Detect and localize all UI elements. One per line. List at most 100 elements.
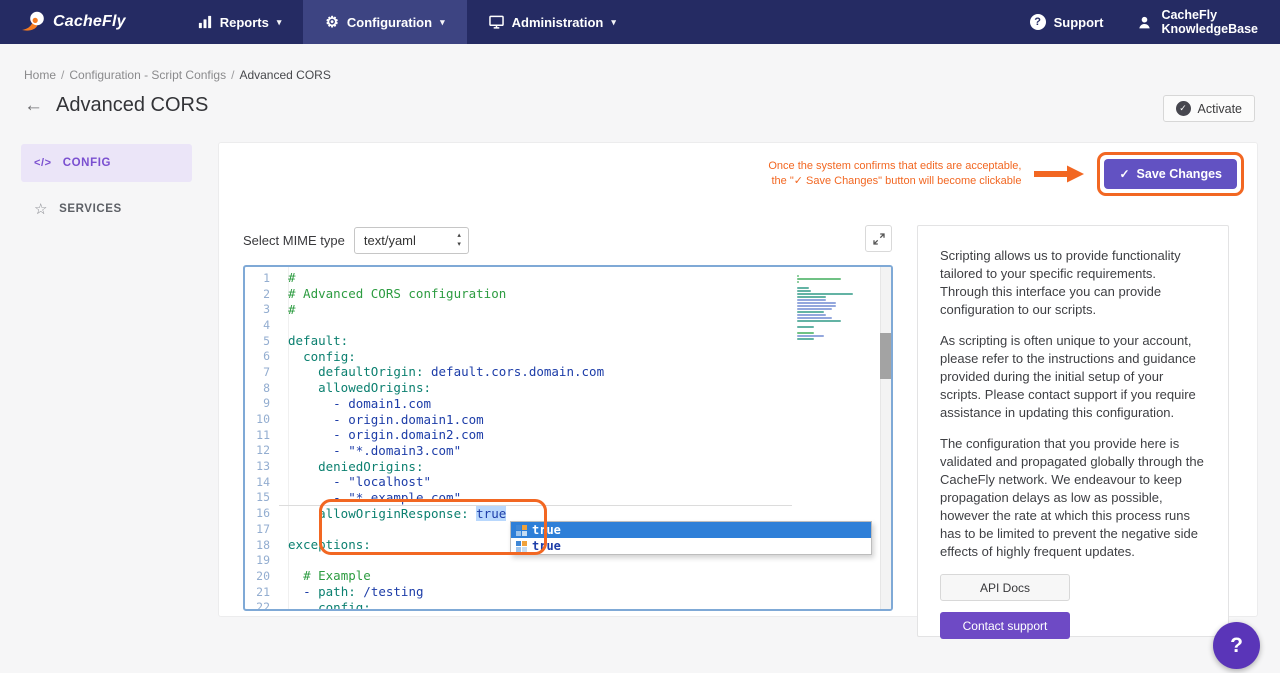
editor-line[interactable]: 13 deniedOrigins: — [245, 458, 891, 474]
nav-item-reports[interactable]: Reports▾ — [176, 0, 304, 44]
sidebar-item-config[interactable]: </>CONFIG — [21, 144, 192, 182]
editor-line[interactable]: 16 allowOriginResponse: true — [245, 505, 891, 521]
nav-item-support[interactable]: ? Support — [1010, 0, 1124, 44]
editor-line[interactable]: 15 - "*.example.com" — [245, 490, 891, 506]
autocomplete-option-label: true — [532, 523, 561, 537]
line-content: exceptions: — [279, 537, 371, 552]
line-content: # — [279, 270, 296, 285]
save-callout: Once the system confirms that edits are … — [768, 152, 1244, 196]
line-content: default: — [279, 333, 348, 348]
activate-button[interactable]: ✓ Activate — [1163, 95, 1255, 122]
editor-line[interactable]: 1# — [245, 270, 891, 286]
sidebar-item-services[interactable]: ☆SERVICES — [21, 190, 192, 228]
line-number: 22 — [245, 600, 279, 611]
nav-item-label: Administration — [512, 15, 604, 30]
editor-line[interactable]: 20 # Example — [245, 568, 891, 584]
save-callout-line1: Once the system confirms that edits are … — [768, 159, 1021, 174]
breadcrumb-item[interactable]: Home — [24, 68, 56, 82]
minimap-line — [797, 287, 809, 289]
expand-editor-button[interactable] — [865, 225, 892, 252]
info-paragraph: The configuration that you provide here … — [940, 435, 1206, 561]
editor-line[interactable]: 6 config: — [245, 348, 891, 364]
editor-scrollbar-track[interactable] — [880, 267, 891, 609]
editor-line[interactable]: 2# Advanced CORS configuration — [245, 286, 891, 302]
save-changes-label: Save Changes — [1137, 167, 1222, 181]
save-changes-button[interactable]: ✓ Save Changes — [1104, 159, 1237, 189]
expand-icon — [873, 233, 885, 245]
contact-support-button[interactable]: Contact support — [940, 612, 1070, 639]
line-content: - "*.example.com" — [279, 490, 461, 505]
code-editor[interactable]: 1#2# Advanced CORS configuration3#45defa… — [243, 265, 893, 611]
back-arrow-icon[interactable]: ← — [24, 96, 43, 115]
editor-line[interactable]: 12 - "*.domain3.com" — [245, 443, 891, 459]
brand-logo[interactable]: CacheFly — [0, 0, 134, 44]
api-docs-button[interactable]: API Docs — [940, 574, 1070, 601]
star-icon: ☆ — [34, 200, 48, 218]
line-content: - origin.domain1.com — [279, 412, 484, 427]
autocomplete-option[interactable]: true — [511, 538, 871, 554]
mime-type-row: Select MIME type text/yaml ▴ ▾ — [243, 227, 469, 254]
line-number: 13 — [245, 459, 279, 473]
activate-label: Activate — [1198, 102, 1242, 116]
line-number: 6 — [245, 349, 279, 363]
editor-line[interactable]: 4 — [245, 317, 891, 333]
question-icon: ? — [1030, 14, 1046, 30]
property-icon — [516, 541, 527, 552]
minimap-line — [797, 314, 826, 316]
nav-item-account[interactable]: CacheFly KnowledgeBase — [1123, 0, 1264, 44]
editor-line[interactable]: 11 - origin.domain2.com — [245, 427, 891, 443]
editor-code: 1#2# Advanced CORS configuration3#45defa… — [245, 270, 891, 611]
line-number: 16 — [245, 506, 279, 520]
save-callout-line2: the "✓ Save Changes" button will become … — [768, 174, 1021, 189]
minimap-line — [797, 305, 836, 307]
editor-line[interactable]: 22 config: — [245, 599, 891, 611]
minimap-line — [797, 311, 824, 313]
line-number: 15 — [245, 490, 279, 504]
code-icon: </> — [34, 157, 52, 169]
editor-line[interactable]: 10 - origin.domain1.com — [245, 411, 891, 427]
chevron-down-icon: ▾ — [277, 17, 282, 28]
editor-line[interactable]: 8 allowedOrigins: — [245, 380, 891, 396]
line-content: - path: /testing — [279, 584, 424, 599]
line-number: 12 — [245, 443, 279, 457]
mime-type-select[interactable]: text/yaml ▴ ▾ — [354, 227, 469, 254]
annotation-arrow-icon — [1032, 162, 1086, 186]
line-content: config: — [279, 600, 371, 611]
minimap-line — [797, 293, 853, 295]
minimap-line — [797, 335, 824, 337]
editor-line[interactable]: 5default: — [245, 333, 891, 349]
nav-item-configuration[interactable]: ⚙Configuration▾ — [303, 0, 466, 44]
breadcrumb-separator: / — [61, 68, 64, 82]
select-arrows-icon: ▴ ▾ — [457, 231, 461, 249]
minimap-line — [797, 275, 799, 277]
support-label: Support — [1054, 15, 1104, 30]
primary-nav: Reports▾⚙Configuration▾ Administration ▾ — [176, 0, 638, 44]
breadcrumb-item[interactable]: Configuration - Script Configs — [69, 68, 226, 82]
property-icon — [516, 525, 527, 536]
nav-item-administration[interactable]: Administration ▾ — [467, 0, 638, 44]
autocomplete-option[interactable]: true — [511, 522, 871, 538]
editor-line[interactable]: 9 - domain1.com — [245, 396, 891, 412]
line-number: 1 — [245, 271, 279, 285]
minimap-line — [797, 278, 841, 280]
line-content: # — [279, 302, 296, 317]
editor-scrollbar-thumb[interactable] — [880, 333, 891, 379]
line-number: 14 — [245, 475, 279, 489]
user-icon — [1137, 15, 1152, 30]
monitor-icon — [489, 15, 504, 29]
minimap-line — [797, 281, 799, 283]
chevron-down-icon: ▾ — [611, 17, 616, 28]
editor-line[interactable]: 3# — [245, 301, 891, 317]
line-number: 5 — [245, 334, 279, 348]
editor-line[interactable]: 21 - path: /testing — [245, 584, 891, 600]
minimap-line — [797, 290, 811, 292]
account-name-line2: KnowledgeBase — [1161, 22, 1258, 36]
minimap-line — [797, 299, 826, 301]
info-paragraph: As scripting is often unique to your acc… — [940, 332, 1206, 422]
line-content: - origin.domain2.com — [279, 427, 484, 442]
editor-line[interactable]: 7 defaultOrigin: default.cors.domain.com — [245, 364, 891, 380]
minimap-line — [797, 332, 814, 334]
check-icon: ✓ — [1119, 167, 1129, 181]
help-button[interactable]: ? — [1213, 622, 1260, 669]
editor-line[interactable]: 14 - "localhost" — [245, 474, 891, 490]
